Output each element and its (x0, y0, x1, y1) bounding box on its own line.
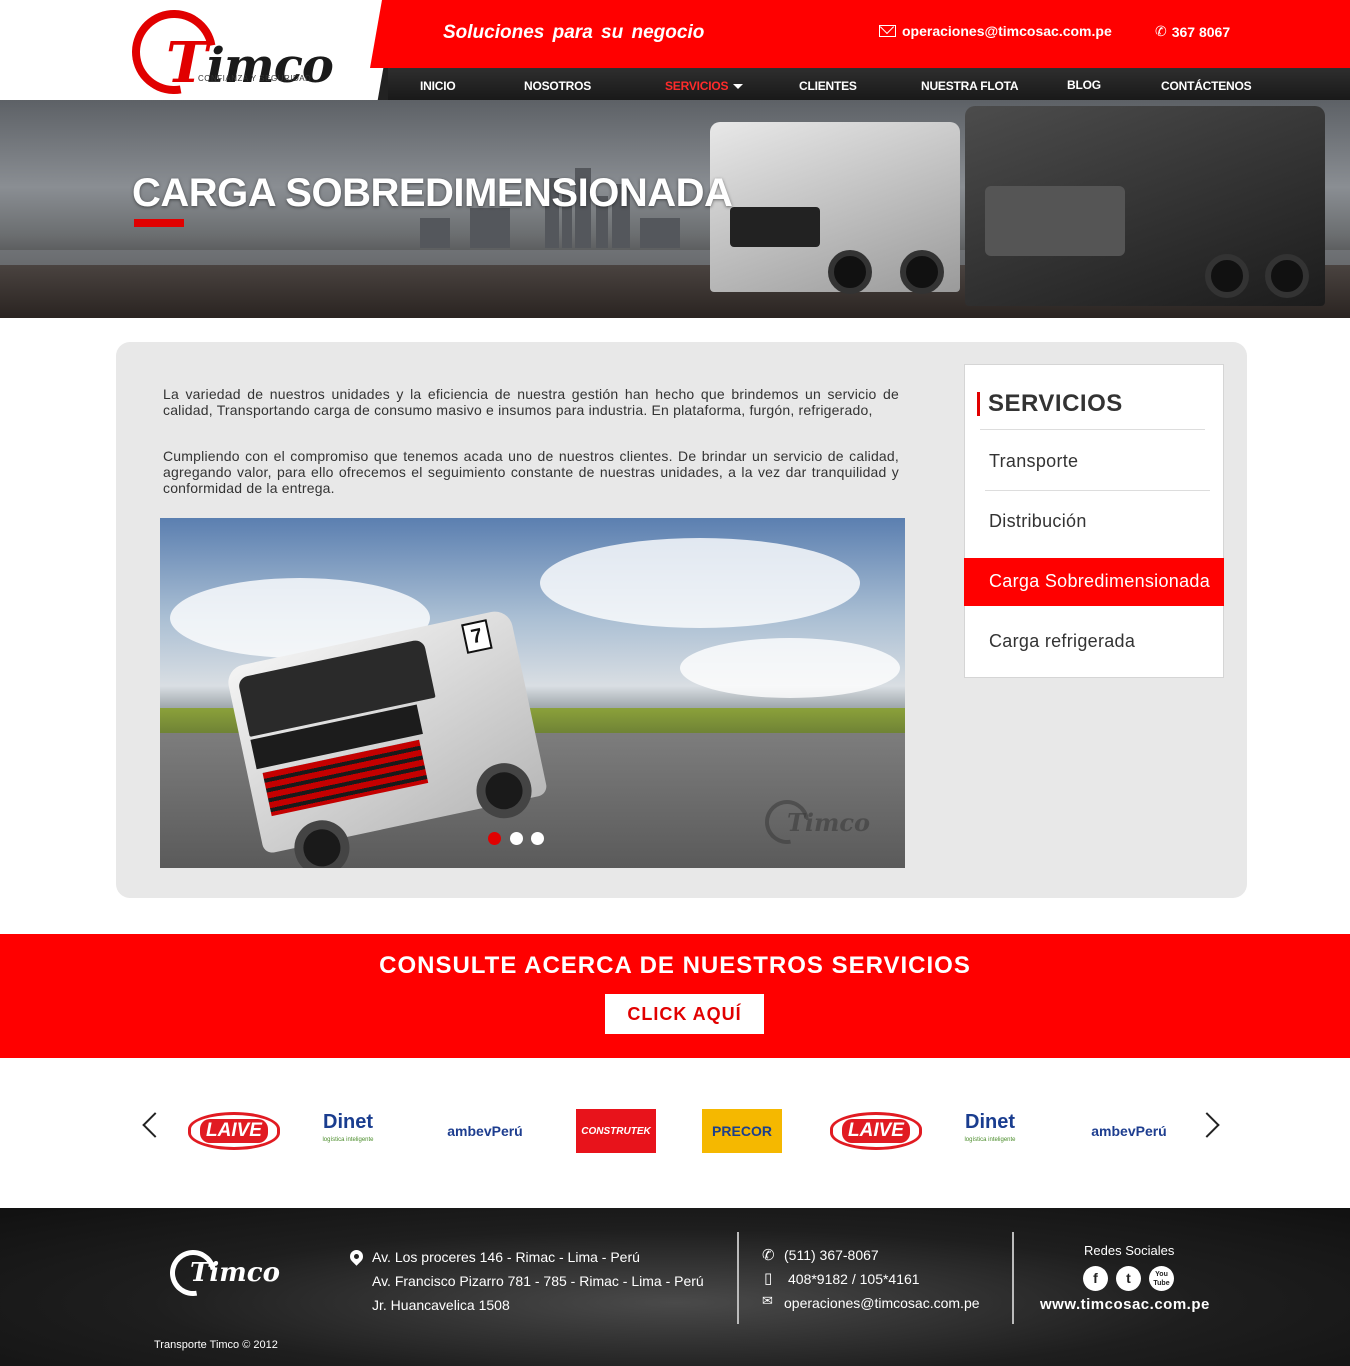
footer-logo-text: Timco (190, 1258, 280, 1288)
timco-watermark: Timco (756, 791, 875, 853)
header-phone-text: 367 8067 (1171, 23, 1231, 40)
commitment-paragraph: Cumpliendo con el compromiso que tenemos… (163, 448, 899, 496)
sidebar-title-marker (977, 392, 980, 416)
client-logo-precor[interactable]: PRECOR (702, 1109, 782, 1153)
client-logo-dinet[interactable]: Dinet logística inteligente (950, 1106, 1030, 1156)
sidebar-divider (980, 429, 1205, 430)
copyright: Transporte Timco © 2012 (154, 1339, 278, 1351)
nav-servicios-label: SERVICIOS (665, 79, 729, 93)
client-logo-laive[interactable]: LAIVE (830, 1112, 922, 1150)
sidebar-item-carga-refrigerada[interactable]: Carga refrigerada (989, 631, 1135, 652)
website-link[interactable]: www.timcosac.com.pe (1040, 1296, 1210, 1313)
client-logo-dinet[interactable]: Dinet logística inteligente (308, 1106, 388, 1156)
ambev-text: ambevPerú (447, 1123, 523, 1139)
slider-dot-3[interactable] (531, 832, 544, 845)
page-title: CARGA SOBREDIMENSIONADA (132, 171, 733, 215)
slider-dot-2[interactable] (510, 832, 523, 845)
mobile-icon: ▯ (764, 1270, 773, 1287)
chevron-right-icon[interactable] (1194, 1112, 1220, 1138)
hero-truck-white (710, 122, 960, 294)
sidebar-divider (985, 490, 1210, 491)
facebook-icon[interactable]: f (1083, 1266, 1108, 1291)
footer-divider (737, 1232, 739, 1324)
footer-mobile[interactable]: 408*9182 / 105*4161 (788, 1271, 920, 1287)
address-3: Jr. Huancavelica 1508 (372, 1297, 510, 1313)
cta-title: CONSULTE ACERCA DE NUESTROS SERVICIOS (379, 952, 971, 979)
caret-down-icon (733, 84, 744, 90)
dinet-sub: logística inteligente (964, 1137, 1016, 1143)
client-logo-laive[interactable]: LAIVE (188, 1112, 280, 1150)
header-email-text: operaciones@timcosac.com.pe (902, 23, 1112, 39)
dinet-sub: logística inteligente (322, 1137, 374, 1143)
sidebar-title: SERVICIOS (988, 390, 1123, 417)
client-logo-ambev[interactable]: ambevPerú (445, 1106, 525, 1156)
client-logo-construtek[interactable]: CONSTRUTEK (576, 1109, 656, 1153)
footer-email[interactable]: operaciones@timcosac.com.pe (784, 1295, 980, 1311)
slogan: Soluciones para su negocio (443, 22, 705, 43)
social-title: Redes Sociales (1084, 1243, 1175, 1258)
address-1: Av. Los proceres 146 - Rimac - Lima - Pe… (372, 1249, 640, 1265)
construtek-text: CONSTRUTEK (581, 1125, 651, 1137)
truck-wheel (828, 250, 872, 294)
phone-icon: ✆ (1155, 23, 1167, 39)
ambev-text: ambevPerú (1091, 1123, 1167, 1139)
youtube-icon[interactable]: You Tube (1149, 1266, 1174, 1291)
truck-wheel (1265, 254, 1309, 298)
truck-wheel (900, 250, 944, 294)
sidebar-item-transporte[interactable]: Transporte (989, 451, 1078, 472)
intro-paragraph: La variedad de nuestros unidades y la ef… (163, 386, 899, 418)
hero-building (640, 218, 680, 248)
slider-dot-1[interactable] (488, 832, 501, 845)
logo-word: Timco (166, 30, 334, 96)
watermark-text: Timco (787, 808, 870, 837)
header-email[interactable]: operaciones@timcosac.com.pe (879, 23, 1112, 39)
precor-text: PRECOR (712, 1123, 772, 1139)
dinet-text: Dinet (965, 1111, 1015, 1133)
timco-logo[interactable]: Timco CONFIANZA Y SEGURIDAD (115, 0, 334, 111)
hero-building (420, 218, 450, 248)
envelope-icon (879, 25, 896, 37)
sidebar-item-carga-sobredimensionada[interactable]: Carga Sobredimensionada (989, 571, 1210, 592)
client-logo-ambev[interactable]: ambevPerú (1089, 1106, 1169, 1156)
image-slider[interactable]: 7 Timco (160, 518, 905, 868)
truck-grill (985, 186, 1125, 256)
cloud (680, 638, 900, 698)
truck-grill (730, 207, 820, 247)
laive-text: LAIVE (842, 1119, 910, 1143)
logo-tagline: CONFIANZA Y SEGURIDAD (198, 74, 312, 83)
cloud (540, 538, 860, 628)
address-2: Av. Francisco Pizarro 781 - 785 - Rimac … (372, 1273, 704, 1289)
sidebar-item-distribucion[interactable]: Distribución (989, 511, 1087, 532)
dinet-text: Dinet (323, 1111, 373, 1133)
hero-truck-dark (965, 106, 1325, 306)
title-underline (134, 219, 184, 227)
envelope-icon: ✉ (762, 1293, 773, 1308)
truck-wheel (1205, 254, 1249, 298)
footer-phone[interactable]: (511) 367-8067 (784, 1247, 879, 1263)
header-phone[interactable]: ✆ 367 8067 (1155, 23, 1230, 40)
phone-icon: ✆ (762, 1247, 775, 1264)
click-here-button[interactable]: CLICK AQUÍ (605, 994, 764, 1034)
footer-logo[interactable]: Timco (160, 1240, 280, 1306)
footer-divider (1012, 1232, 1014, 1324)
chevron-left-icon[interactable] (142, 1112, 168, 1138)
twitter-icon[interactable]: t (1116, 1266, 1141, 1291)
laive-text: LAIVE (200, 1119, 268, 1143)
